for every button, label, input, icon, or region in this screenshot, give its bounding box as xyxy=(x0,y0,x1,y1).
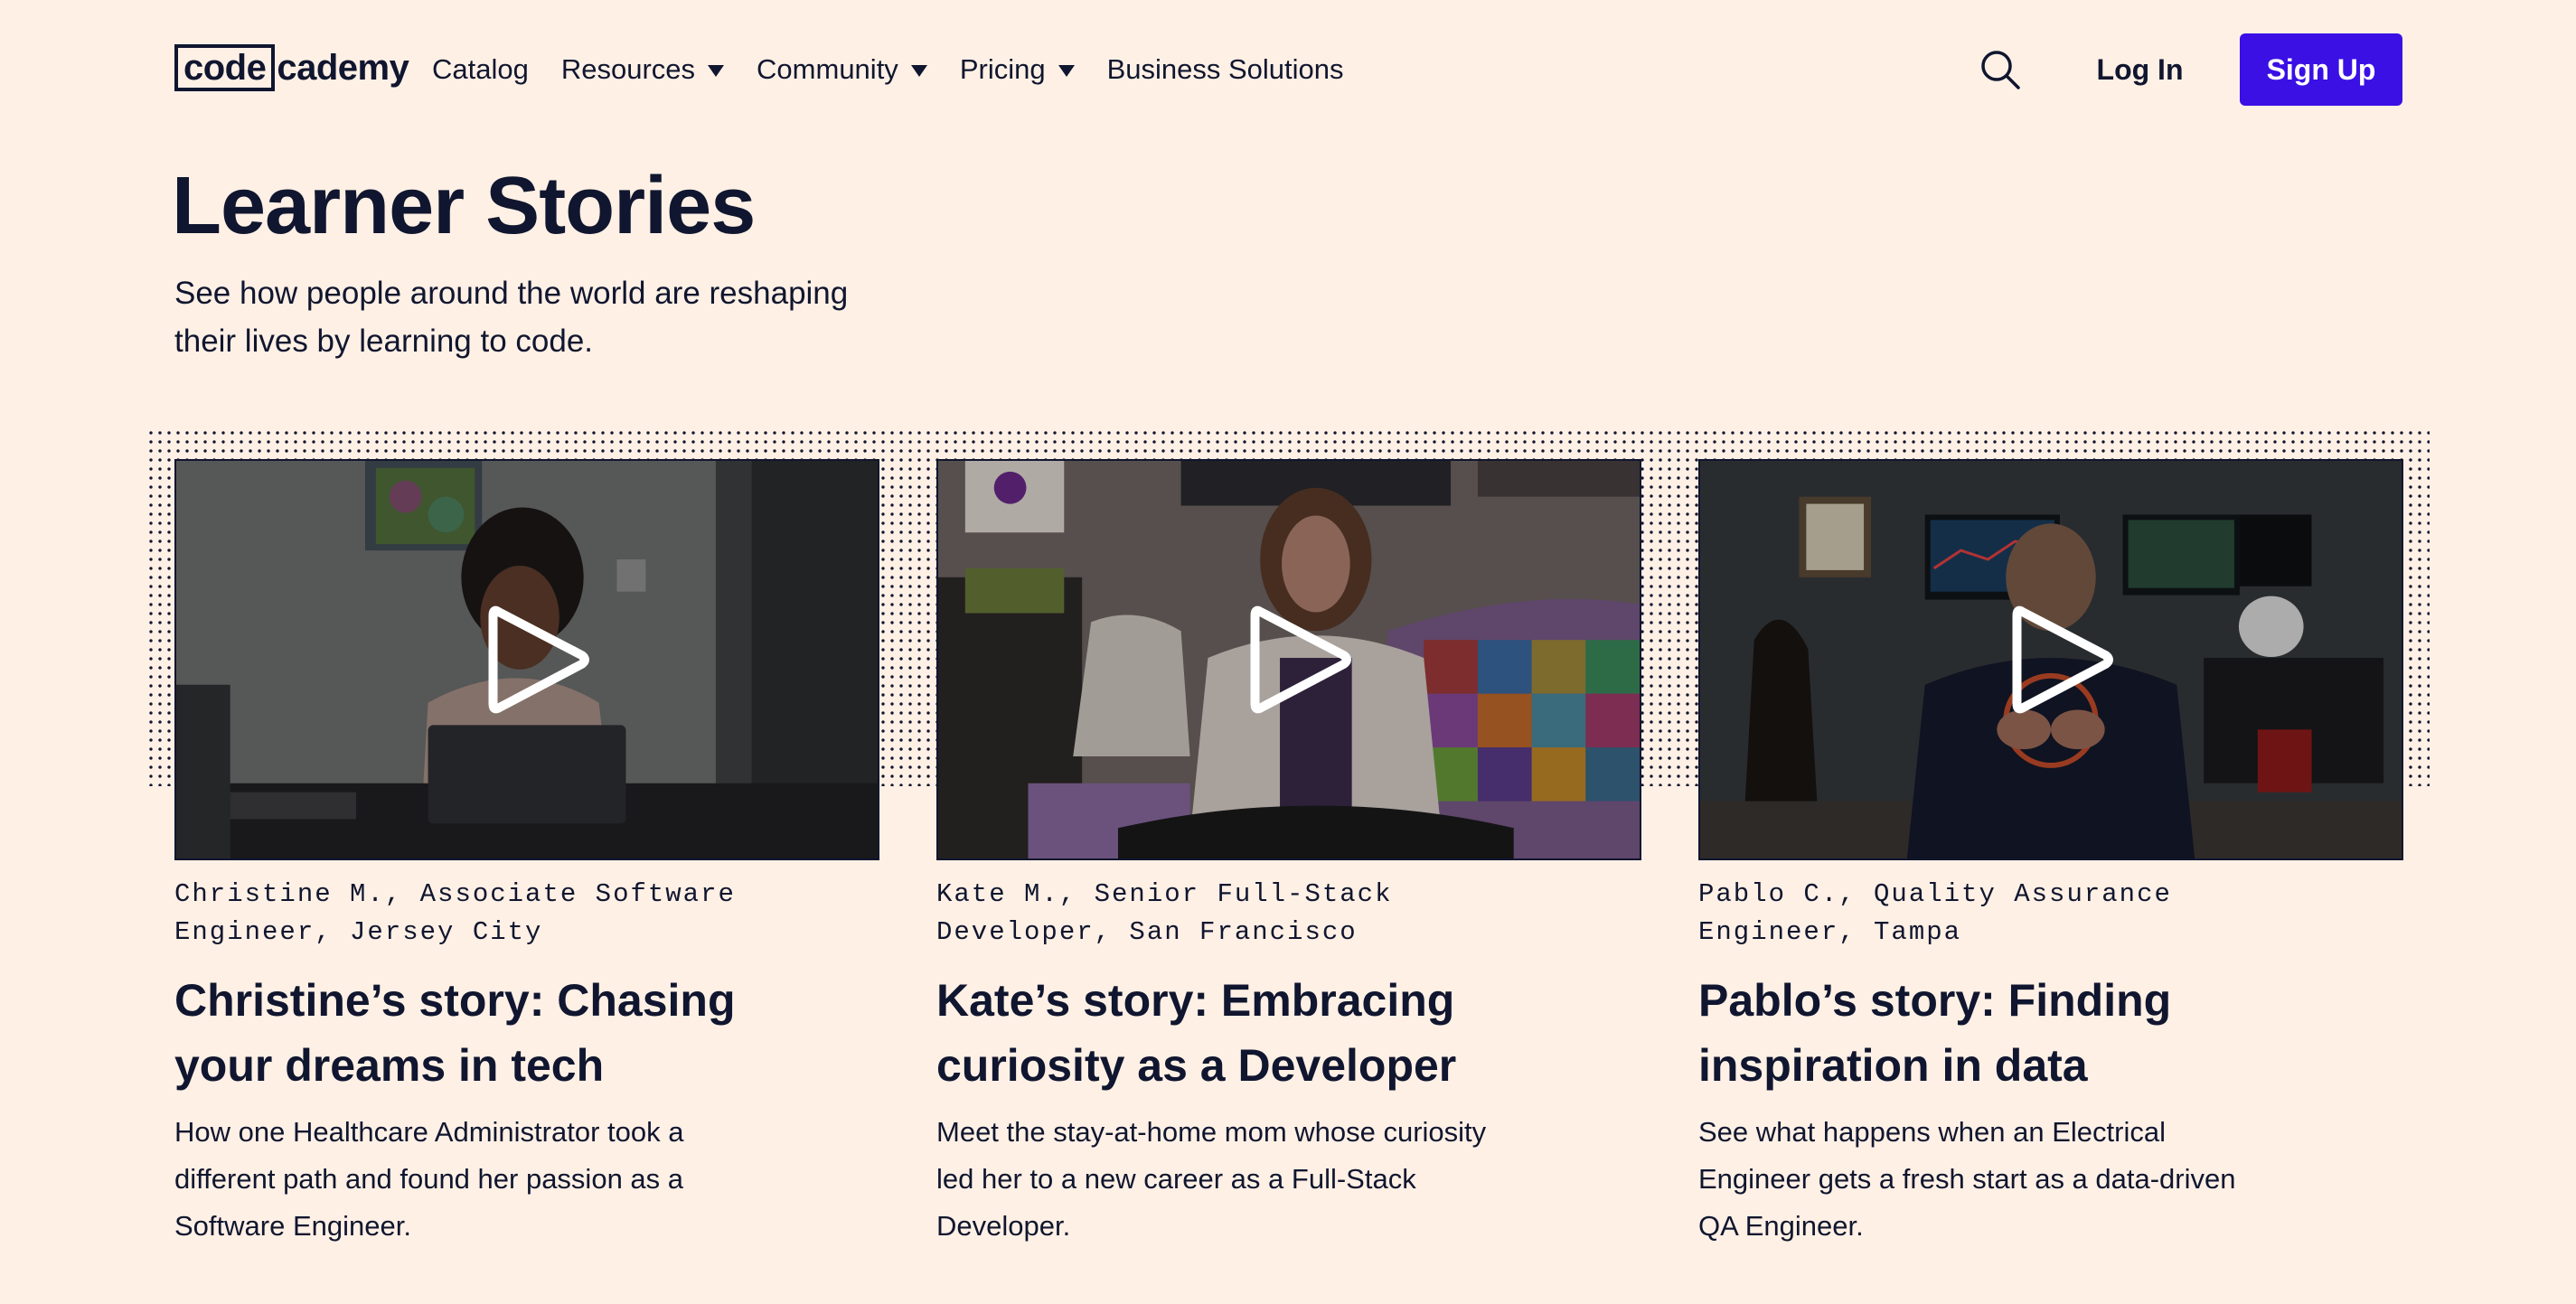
login-button[interactable]: Log In xyxy=(2079,36,2201,103)
play-icon xyxy=(1250,605,1351,714)
story-headline[interactable]: Pablo’s story: Finding inspiration in da… xyxy=(1698,968,2313,1098)
nav-catalog[interactable]: Catalog xyxy=(432,53,529,86)
story-description: See what happens when an Electrical Engi… xyxy=(1698,1116,2236,1242)
nav-resources[interactable]: Resources xyxy=(560,53,725,86)
search-button[interactable] xyxy=(1979,49,2021,90)
logo-text: cademy xyxy=(277,48,409,88)
nav-business-solutions[interactable]: Business Solutions xyxy=(1107,53,1344,86)
story-card-christine: Christine M., Associate Software Enginee… xyxy=(174,459,879,1250)
nav-community[interactable]: Community xyxy=(757,53,927,86)
story-headline[interactable]: Kate’s story: Embracing curiosity as a D… xyxy=(936,968,1551,1098)
caret-down-icon xyxy=(1058,64,1075,77)
story-author-meta: Christine M., Associate Software Enginee… xyxy=(174,879,736,947)
page-title: Learner Stories xyxy=(172,161,756,251)
nav-community-label: Community xyxy=(757,53,898,85)
main-menu: Catalog Resources Community Pricing Busi… xyxy=(432,47,1344,92)
logo-boxed-text: code xyxy=(174,44,276,91)
caret-down-icon xyxy=(708,64,725,77)
nav-pricing[interactable]: Pricing xyxy=(960,53,1075,86)
play-icon xyxy=(488,605,589,714)
story-video-kate[interactable] xyxy=(936,459,1641,860)
story-video-christine[interactable] xyxy=(174,459,879,860)
caret-down-icon xyxy=(910,64,927,77)
top-navigation: code cademy Catalog Resources Community … xyxy=(0,0,2576,139)
search-icon xyxy=(1981,51,2020,89)
page-subtitle: See how people around the world are resh… xyxy=(174,276,849,359)
signup-button[interactable]: Sign Up xyxy=(2240,33,2402,106)
nav-business-solutions-label: Business Solutions xyxy=(1106,53,1344,85)
story-description: How one Healthcare Administrator took a … xyxy=(174,1116,684,1242)
story-author-meta: Pablo C., Quality Assurance Engineer, Ta… xyxy=(1698,879,2172,947)
nav-pricing-label: Pricing xyxy=(959,53,1046,85)
nav-catalog-label: Catalog xyxy=(432,53,529,85)
story-video-pablo[interactable] xyxy=(1698,459,2403,860)
story-description: Meet the stay-at-home mom whose curiosit… xyxy=(936,1116,1487,1242)
story-headline[interactable]: Christine’s story: Chasing your dreams i… xyxy=(174,968,789,1098)
story-card-kate: Kate M., Senior Full-Stack Developer, Sa… xyxy=(936,459,1641,1250)
nav-resources-label: Resources xyxy=(560,53,696,85)
story-card-pablo: Pablo C., Quality Assurance Engineer, Ta… xyxy=(1698,459,2403,1250)
codecademy-logo[interactable]: code cademy xyxy=(174,43,409,92)
story-author-meta: Kate M., Senior Full-Stack Developer, Sa… xyxy=(936,879,1393,947)
play-icon xyxy=(2012,605,2113,714)
